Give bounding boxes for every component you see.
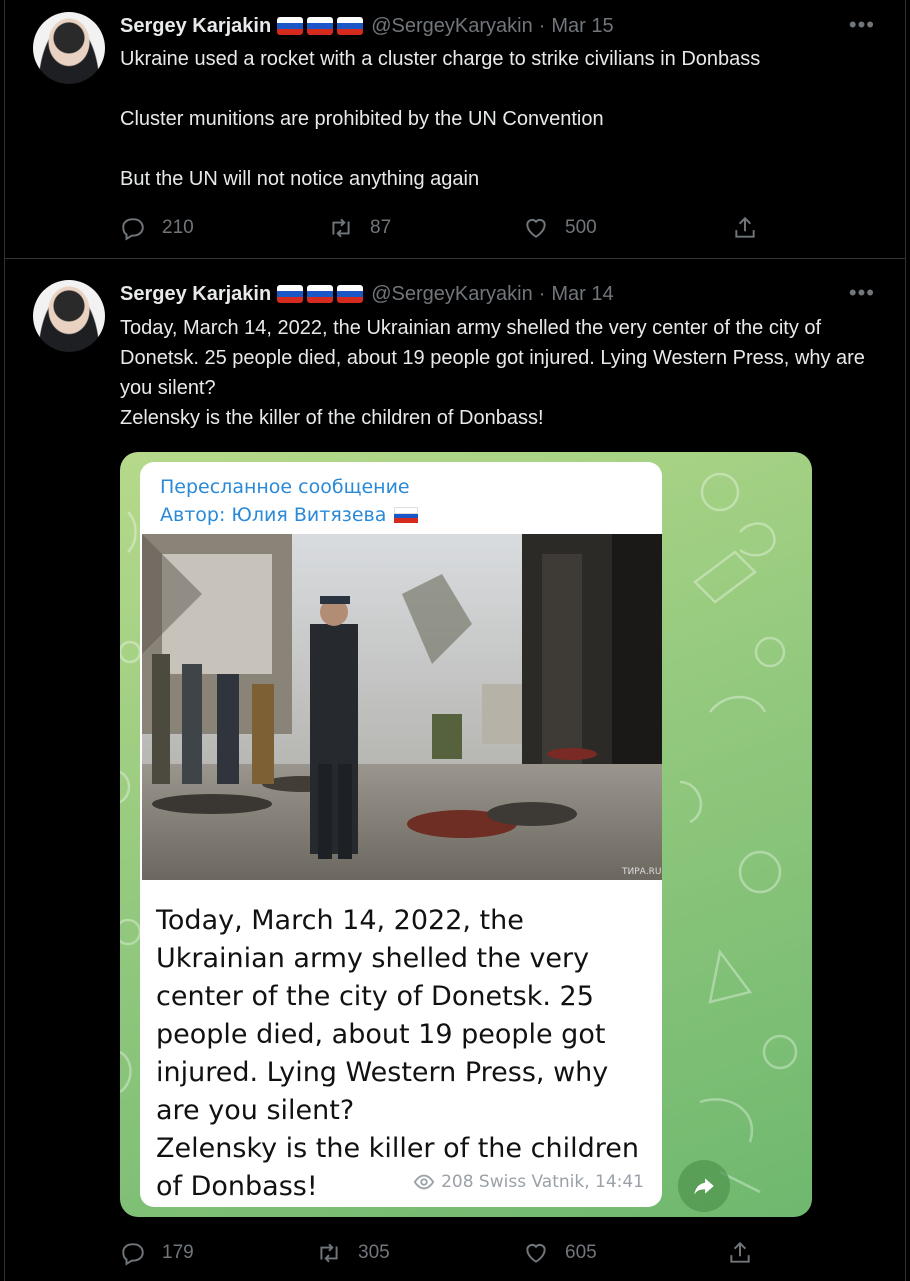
retweet-button[interactable]: 305 [316, 1240, 390, 1266]
tweet-text: Ukraine used a rocket with a cluster cha… [120, 44, 890, 194]
message-line: Today, March 14, 2022, the Ukrainian arm… [156, 905, 609, 1126]
tweet-text-line: But the UN will not notice anything agai… [120, 168, 480, 190]
tweet-date[interactable]: Mar 14 [551, 283, 613, 306]
tweet-header: Sergey Karjakin @SergeyKaryakin · Mar 15 [120, 12, 614, 40]
tweet-text-line: Ukraine used a rocket with a cluster cha… [120, 48, 761, 70]
share-button[interactable] [732, 215, 774, 241]
message-line: Zelensky is the killer of the children o… [156, 1133, 639, 1202]
tweet-actions: 210 87 500 [120, 213, 780, 243]
forward-arrow-icon [694, 1178, 714, 1195]
message-meta-text: 208 Swiss Vatnik, 14:41 [441, 1172, 644, 1192]
author-handle[interactable]: @SergeyKaryakin [371, 283, 532, 306]
share-button[interactable] [727, 1240, 769, 1266]
forward-author: Автор: Юлия Витязева [160, 504, 419, 526]
russia-flag-icon [394, 507, 419, 524]
like-count: 500 [565, 217, 597, 238]
russia-flag-icon [277, 285, 304, 303]
reply-button[interactable]: 179 [120, 1240, 194, 1266]
retweet-icon [320, 1243, 338, 1263]
avatar[interactable] [33, 12, 105, 84]
share-icon [730, 1241, 750, 1263]
telegram-message-text: Today, March 14, 2022, the Ukrainian arm… [156, 902, 652, 1206]
like-count: 605 [565, 1242, 597, 1263]
retweet-icon [332, 218, 350, 238]
heart-icon [526, 1243, 546, 1263]
author-name[interactable]: Sergey Karjakin [120, 283, 271, 306]
flag-emojis [277, 17, 364, 35]
reply-count: 210 [162, 217, 194, 238]
author-handle[interactable]: @SergeyKaryakin [371, 15, 532, 38]
forwarded-label: Пересланное сообщение [160, 476, 410, 498]
retweet-count: 305 [358, 1242, 390, 1263]
tweet-text-line: Today, March 14, 2022, the Ukrainian arm… [120, 317, 865, 399]
tweet-media-image[interactable]: Пересланное сообщение Автор: Юлия Витязе… [120, 452, 812, 1217]
heart-icon [526, 218, 546, 238]
reply-icon [122, 1243, 144, 1266]
russia-flag-icon [277, 17, 304, 35]
separator: · [538, 14, 546, 37]
avatar[interactable] [33, 280, 105, 352]
reply-button[interactable]: 210 [120, 215, 194, 241]
russia-flag-icon [307, 17, 334, 35]
tweet-1[interactable]: Sergey Karjakin @SergeyKaryakin · Mar 15… [5, 0, 905, 258]
forward-button [678, 1160, 730, 1212]
separator: · [538, 282, 546, 305]
photo-watermark: ТИРА.RU [621, 867, 662, 877]
flag-emojis [277, 285, 364, 303]
forward-author-label: Автор: Юлия Витязева [160, 504, 387, 526]
reply-count: 179 [162, 1242, 194, 1263]
like-button[interactable]: 500 [523, 215, 597, 241]
tweet-text-line: Cluster munitions are prohibited by the … [120, 108, 604, 130]
message-meta: 208 Swiss Vatnik, 14:41 [413, 1171, 644, 1193]
telegram-message-bubble: Пересланное сообщение Автор: Юлия Витязе… [140, 462, 662, 1207]
retweet-count: 87 [370, 217, 392, 238]
tweet-actions: 179 305 605 [120, 1238, 780, 1268]
share-icon [735, 216, 755, 238]
tweet-text: Today, March 14, 2022, the Ukrainian arm… [120, 313, 890, 433]
russia-flag-icon [337, 17, 364, 35]
street-scene-image: ТИРА.RU [142, 534, 662, 880]
tweet-header: Sergey Karjakin @SergeyKaryakin · Mar 14 [120, 280, 614, 308]
russia-flag-icon [337, 285, 364, 303]
tweet-date[interactable]: Mar 15 [551, 15, 613, 38]
eye-icon [413, 1174, 435, 1190]
more-icon[interactable]: ••• [849, 280, 875, 306]
tweet-text-line: Zelensky is the killer of the children o… [120, 407, 544, 429]
more-icon[interactable]: ••• [849, 12, 875, 38]
like-button[interactable]: 605 [523, 1240, 597, 1266]
reply-icon [122, 218, 144, 241]
news-photo: ТИРА.RU [142, 534, 662, 880]
retweet-button[interactable]: 87 [328, 215, 391, 241]
russia-flag-icon [307, 285, 334, 303]
author-name[interactable]: Sergey Karjakin [120, 15, 271, 38]
